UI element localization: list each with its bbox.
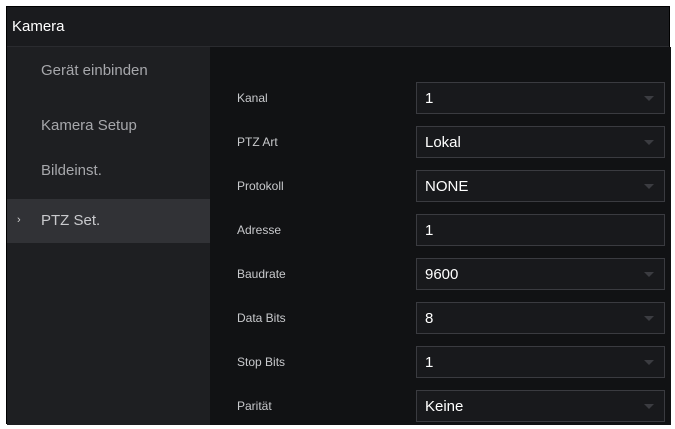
paritaet-label: Parität — [237, 399, 272, 413]
protokoll-select[interactable]: NONE — [416, 170, 665, 202]
stop-bits-label: Stop Bits — [237, 355, 286, 369]
sidebar-item-geraet-einbinden[interactable]: Gerät einbinden — [7, 49, 210, 93]
kanal-select[interactable]: 1 — [416, 82, 665, 114]
ptz-art-label: PTZ Art — [237, 135, 278, 149]
active-marker-icon: › — [17, 214, 21, 226]
data-bits-value: 8 — [425, 310, 434, 327]
stop-bits-value: 1 — [425, 354, 434, 371]
chevron-down-icon — [644, 184, 654, 189]
form-row-paritaet: Parität Keine — [210, 390, 671, 422]
form-row-data-bits: Data Bits 8 — [210, 302, 671, 334]
form-row-stop-bits: Stop Bits 1 — [210, 346, 671, 378]
sidebar-item-label: PTZ Set. — [41, 212, 101, 229]
baudrate-value: 9600 — [425, 266, 459, 283]
protokoll-label: Protokoll — [237, 179, 284, 193]
window-title: Kamera — [12, 18, 65, 35]
chevron-down-icon — [644, 316, 654, 321]
adresse-label: Adresse — [237, 223, 282, 237]
camera-window: Kamera Gerät einbinden Kamera Setup Bild… — [6, 6, 671, 425]
data-bits-label: Data Bits — [237, 311, 286, 325]
stop-bits-select[interactable]: 1 — [416, 346, 665, 378]
chevron-down-icon — [644, 140, 654, 145]
sidebar-item-label: Bildeinst. — [41, 162, 102, 179]
sidebar: Gerät einbinden Kamera Setup Bildeinst. … — [7, 47, 210, 425]
baudrate-select[interactable]: 9600 — [416, 258, 665, 290]
form-row-baudrate: Baudrate 9600 — [210, 258, 671, 290]
form-row-protokoll: Protokoll NONE — [210, 170, 671, 202]
ptz-art-value: Lokal — [425, 134, 461, 151]
adresse-value: 1 — [425, 222, 434, 239]
form-row-ptz-art: PTZ Art Lokal — [210, 126, 671, 158]
data-bits-select[interactable]: 8 — [416, 302, 665, 334]
sidebar-item-label: Kamera Setup — [41, 117, 137, 134]
kanal-value: 1 — [425, 90, 434, 107]
sidebar-item-bildeinst[interactable]: Bildeinst. — [7, 149, 210, 193]
chevron-down-icon — [644, 272, 654, 277]
chevron-down-icon — [644, 360, 654, 365]
adresse-input[interactable]: 1 — [416, 214, 665, 246]
kanal-label: Kanal — [237, 91, 268, 105]
chevron-down-icon — [644, 96, 654, 101]
sidebar-item-label: Gerät einbinden — [41, 62, 148, 79]
paritaet-select[interactable]: Keine — [416, 390, 665, 422]
paritaet-value: Keine — [425, 398, 464, 415]
protokoll-value: NONE — [425, 178, 469, 195]
ptz-settings-form: Kanal 1 PTZ Art Lokal Protokoll NONE Adr… — [210, 47, 671, 425]
sidebar-item-ptz-set[interactable]: › PTZ Set. — [7, 199, 210, 243]
sidebar-item-kamera-setup[interactable]: Kamera Setup — [7, 104, 210, 148]
form-row-adresse: Adresse 1 — [210, 214, 671, 246]
form-row-kanal: Kanal 1 — [210, 82, 671, 114]
baudrate-label: Baudrate — [237, 267, 286, 281]
title-bar: Kamera — [7, 7, 669, 47]
chevron-down-icon — [644, 404, 654, 409]
ptz-art-select[interactable]: Lokal — [416, 126, 665, 158]
